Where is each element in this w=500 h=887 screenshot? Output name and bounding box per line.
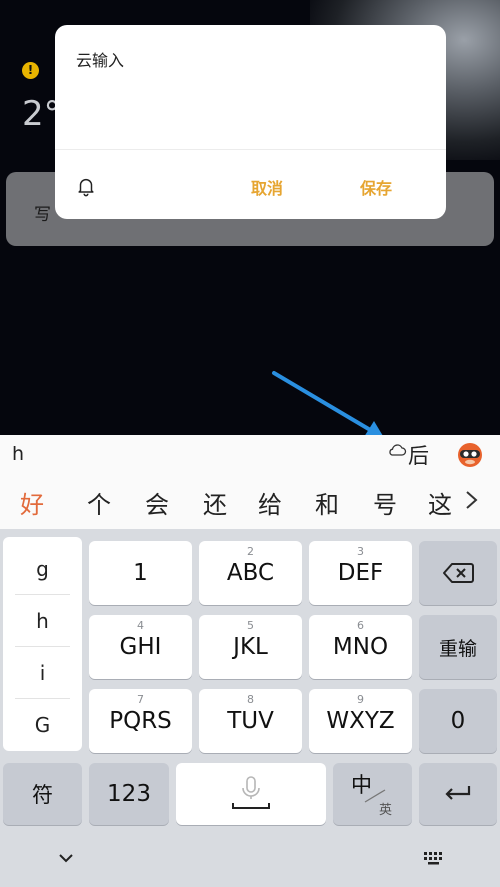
retype-key[interactable]: 重输: [419, 615, 497, 679]
enter-icon: [445, 786, 471, 800]
key-label: 0: [450, 708, 466, 734]
key-8[interactable]: 8 TUV: [199, 689, 302, 753]
key-label: JKL: [233, 634, 268, 660]
key-label: 1: [133, 560, 148, 586]
key-label: GHI: [119, 634, 162, 660]
symbol-key[interactable]: 符: [3, 763, 82, 825]
key-label: PQRS: [109, 708, 172, 734]
key-digit: 6: [357, 619, 364, 632]
save-button[interactable]: 保存: [360, 175, 392, 199]
note-card-text: 写: [34, 205, 51, 225]
composition-bar: h 后: [0, 435, 500, 471]
warning-icon: !: [22, 62, 39, 79]
candidate-3[interactable]: 会: [145, 485, 169, 520]
keyboard-bottom-bar: [0, 830, 500, 887]
candidate-5[interactable]: 给: [258, 485, 282, 520]
backspace-key[interactable]: [419, 541, 497, 605]
pinyin-option[interactable]: G: [3, 699, 82, 751]
candidate-6[interactable]: 和: [315, 485, 339, 520]
cloud-candidate[interactable]: 后: [408, 440, 429, 470]
pinyin-option[interactable]: h: [3, 595, 82, 647]
microphone-icon: [232, 776, 270, 809]
lang-sub-label: 英: [379, 803, 393, 818]
bell-icon[interactable]: [75, 175, 97, 197]
key-label: WXYZ: [326, 708, 395, 734]
pinyin-option[interactable]: g: [3, 543, 82, 595]
key-label: MNO: [332, 634, 389, 660]
key-5[interactable]: 5 JKL: [199, 615, 302, 679]
candidate-7[interactable]: 号: [373, 485, 397, 520]
mascot-icon[interactable]: [456, 441, 484, 467]
cloud-icon: [389, 444, 407, 456]
key-label: 重输: [438, 637, 477, 660]
key-digit: 7: [137, 693, 144, 706]
composition-text: h: [12, 443, 25, 465]
space-key[interactable]: [176, 763, 326, 825]
keyboard-icon[interactable]: [423, 850, 445, 866]
key-label: 符: [32, 783, 53, 807]
key-digit: 8: [247, 693, 254, 706]
chevron-down-icon[interactable]: [58, 852, 74, 864]
candidate-4[interactable]: 还: [203, 485, 227, 520]
key-label: 123: [107, 781, 151, 807]
backspace-icon: [443, 563, 474, 583]
number-key[interactable]: 123: [89, 763, 169, 825]
key-4[interactable]: 4 GHI: [89, 615, 192, 679]
key-digit: 2: [247, 545, 254, 558]
candidate-8[interactable]: 这: [428, 485, 452, 520]
cancel-button[interactable]: 取消: [251, 175, 283, 199]
candidate-bar: 好 个 会 还 给 和 号 这: [0, 471, 500, 529]
ime-keyboard: h 后 好 个 会 还 给 和 号 这 g h i G 1 2 ABC 3 DE…: [0, 435, 500, 887]
candidate-2[interactable]: 个: [87, 485, 111, 520]
key-3[interactable]: 3 DEF: [309, 541, 412, 605]
cloud-input-dialog: 云输入 取消 保存: [55, 25, 446, 219]
key-label: TUV: [227, 708, 274, 734]
key-1[interactable]: 1: [89, 541, 192, 605]
pinyin-list[interactable]: g h i G: [3, 537, 82, 751]
key-digit: 5: [247, 619, 254, 632]
key-label: DEF: [337, 560, 384, 586]
dialog-divider: [55, 149, 446, 150]
key-2[interactable]: 2 ABC: [199, 541, 302, 605]
key-digit: 4: [137, 619, 144, 632]
zero-key[interactable]: 0: [419, 689, 497, 753]
language-switch-key[interactable]: 中 英: [333, 763, 412, 825]
key-7[interactable]: 7 PQRS: [89, 689, 192, 753]
enter-key[interactable]: [419, 763, 497, 825]
chevron-right-icon[interactable]: [458, 485, 488, 515]
key-9[interactable]: 9 WXYZ: [309, 689, 412, 753]
dialog-text[interactable]: 云输入: [76, 47, 124, 71]
key-6[interactable]: 6 MNO: [309, 615, 412, 679]
key-digit: 3: [357, 545, 364, 558]
key-label: ABC: [226, 560, 275, 586]
candidate-1[interactable]: 好: [20, 485, 44, 520]
key-digit: 9: [357, 693, 364, 706]
pinyin-option[interactable]: i: [3, 647, 82, 699]
